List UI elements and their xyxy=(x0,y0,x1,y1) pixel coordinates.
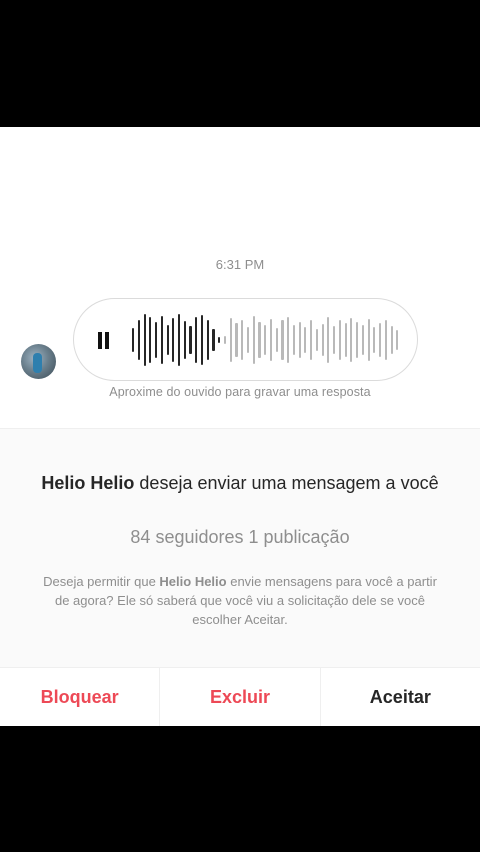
waveform-bar xyxy=(287,317,290,363)
waveform-bar xyxy=(206,320,209,360)
waveform-bar xyxy=(292,325,296,355)
waveform-bar xyxy=(361,325,364,355)
request-title-text: deseja enviar uma mensagem a você xyxy=(134,473,439,493)
pause-icon[interactable] xyxy=(97,332,111,349)
waveform-bar xyxy=(373,327,376,353)
waveform-bar xyxy=(166,325,169,355)
waveform-bar xyxy=(275,328,278,352)
waveform-bar xyxy=(229,318,232,362)
request-body-prefix: Deseja permitir que xyxy=(43,574,160,589)
waveform-bar xyxy=(149,317,152,363)
waveform-bar xyxy=(200,315,204,365)
waveform-bar xyxy=(189,326,192,354)
waveform-bar xyxy=(367,319,370,361)
delete-button[interactable]: Excluir xyxy=(159,668,319,726)
waveform-bar xyxy=(264,325,267,355)
waveform-bar xyxy=(183,321,186,359)
voice-reply-hint: Aproxime do ouvido para gravar uma respo… xyxy=(109,385,371,399)
waveform-bar xyxy=(172,318,175,362)
voice-message-bubble[interactable] xyxy=(73,298,418,381)
waveform-bar xyxy=(246,327,250,353)
waveform-bar xyxy=(137,320,140,360)
waveform-bar xyxy=(223,336,227,344)
waveform-bar xyxy=(252,316,255,364)
waveform-bar xyxy=(212,329,215,351)
request-description: Deseja permitir que Helio Helio envie me… xyxy=(40,572,440,629)
waveform-bar xyxy=(384,320,387,360)
chat-area: 6:31 PM Aproxime do ouvido para gravar u… xyxy=(0,127,480,428)
request-actions: Bloquear Excluir Aceitar xyxy=(0,667,480,726)
top-letterbox xyxy=(0,0,480,127)
waveform-bar xyxy=(390,326,393,354)
waveform-bar xyxy=(155,322,158,358)
waveform-bar xyxy=(333,326,336,354)
waveform-bar xyxy=(132,328,135,352)
waveform-bar xyxy=(218,337,221,343)
direct-message-screen: 6:31 PM Aproxime do ouvido para gravar u… xyxy=(0,127,480,726)
waveform-bar xyxy=(350,318,353,362)
waveform-bar xyxy=(344,323,347,357)
sender-avatar[interactable] xyxy=(21,344,56,379)
waveform-bar xyxy=(281,320,284,360)
waveform-bar xyxy=(310,320,313,360)
waveform-bar xyxy=(304,327,307,353)
waveform-bar xyxy=(396,330,399,350)
waveform-bar xyxy=(269,319,273,361)
waveform-bar xyxy=(258,322,261,358)
bottom-letterbox xyxy=(0,726,480,852)
waveform-bar xyxy=(160,316,163,364)
waveform-bar xyxy=(356,322,359,358)
waveform-bar xyxy=(195,317,198,363)
waveform-bar xyxy=(327,317,330,363)
waveform-bar xyxy=(143,314,146,366)
request-title: Helio Helio deseja enviar uma mensagem a… xyxy=(40,471,440,496)
voice-waveform[interactable] xyxy=(132,311,402,369)
waveform-bar xyxy=(338,320,341,360)
request-body-name: Helio Helio xyxy=(159,574,227,589)
message-request-panel: Helio Helio deseja enviar uma mensagem a… xyxy=(0,428,480,726)
waveform-bar xyxy=(241,320,244,360)
waveform-bar xyxy=(315,329,318,351)
waveform-bar xyxy=(235,323,238,357)
sender-stats: 84 seguidores 1 publicação xyxy=(130,527,350,547)
waveform-bar xyxy=(321,324,324,356)
message-timestamp: 6:31 PM xyxy=(215,257,265,272)
request-sender-name: Helio Helio xyxy=(41,473,135,493)
waveform-bar xyxy=(379,323,382,357)
waveform-bar xyxy=(178,314,181,366)
accept-button[interactable]: Aceitar xyxy=(319,668,480,726)
waveform-bar xyxy=(298,322,301,358)
block-button[interactable]: Bloquear xyxy=(0,668,159,726)
